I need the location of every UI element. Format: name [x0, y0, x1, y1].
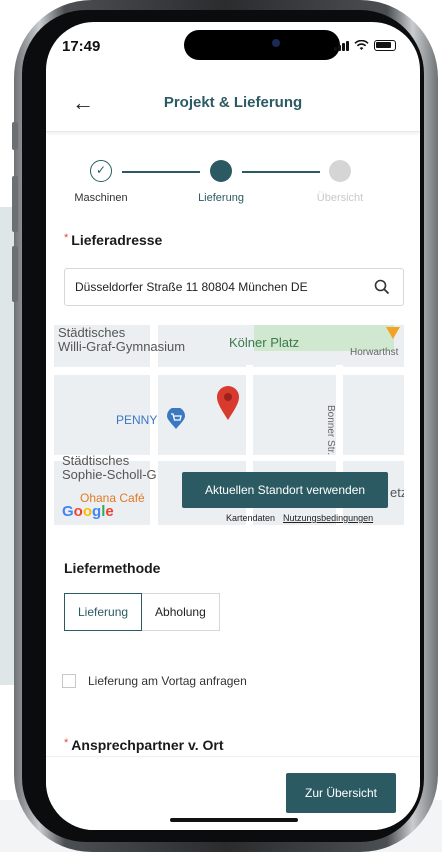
wifi-icon	[354, 40, 369, 50]
signal-icon	[334, 40, 349, 51]
map-label: Bonner Str.	[325, 405, 336, 456]
map-label: etz	[390, 485, 404, 500]
step-label-uebersicht: Übersicht	[316, 192, 364, 204]
battery-icon	[374, 40, 396, 51]
method-option-lieferung[interactable]: Lieferung	[64, 593, 143, 631]
status-icons	[334, 40, 396, 51]
address-value: Düsseldorfer Straße 11 80804 München DE	[75, 280, 308, 294]
required-marker: *	[64, 232, 69, 244]
volume-up-button	[12, 176, 18, 232]
step-pending-indicator	[329, 160, 351, 182]
step-label-maschinen[interactable]: Maschinen	[61, 192, 141, 204]
contact-section-label: * Ansprechpartner v. Ort	[64, 737, 224, 753]
delivery-method-toggle: Lieferung Abholung	[64, 593, 220, 631]
prior-day-row: Lieferung am Vortag anfragen	[62, 674, 247, 688]
home-indicator[interactable]	[170, 818, 298, 822]
method-option-abholung[interactable]: Abholung	[142, 593, 220, 631]
map-label: Städtisches	[62, 453, 130, 468]
map-label: Städtisches	[58, 325, 126, 340]
address-input[interactable]: Düsseldorfer Straße 11 80804 München DE	[64, 268, 404, 306]
map-label: Sophie-Scholl-G	[62, 467, 157, 482]
step-label-lieferung: Lieferung	[198, 192, 244, 204]
mute-switch	[12, 122, 18, 150]
location-pin-icon	[217, 386, 239, 420]
prior-day-checkbox[interactable]	[62, 674, 76, 688]
step-done-check-icon[interactable]: ✓	[90, 160, 112, 182]
map-poi-marker	[386, 327, 400, 339]
app-header: ← Projekt & Lieferung	[46, 80, 420, 132]
road	[54, 367, 404, 375]
address-section-label: * Lieferadresse	[64, 232, 163, 248]
status-time: 17:49	[62, 38, 101, 55]
map-attribution: Kartendaten Nutzungsbedingungen	[226, 513, 373, 523]
map-label: Horwarthst	[350, 347, 399, 358]
map-view[interactable]: Städtisches Willi-Graf-Gymnasium Kölner …	[54, 325, 404, 525]
map-data-link[interactable]: Kartendaten	[226, 513, 275, 523]
page-title: Projekt & Lieferung	[163, 94, 303, 111]
stepper-connector	[122, 171, 200, 173]
shopping-cart-pin-icon	[167, 408, 185, 429]
map-label: PENNY	[116, 413, 158, 427]
notch	[184, 30, 340, 60]
required-marker: *	[64, 737, 69, 749]
prior-day-label[interactable]: Lieferung am Vortag anfragen	[88, 674, 247, 688]
terms-link[interactable]: Nutzungsbedingungen	[283, 513, 373, 523]
front-camera	[272, 39, 280, 47]
map-label: Kölner Platz	[229, 335, 300, 350]
status-bar: 17:49	[46, 22, 420, 72]
google-logo: Google	[62, 503, 114, 520]
volume-down-button	[12, 246, 18, 302]
delivery-method-label: Liefermethode	[64, 560, 161, 576]
progress-stepper: ✓ Maschinen Lieferung Übersicht	[46, 154, 420, 214]
stepper-connector	[242, 171, 320, 173]
use-current-location-button[interactable]: Aktuellen Standort verwenden	[182, 472, 388, 508]
step-current-indicator	[210, 160, 232, 182]
map-label: Willi-Graf-Gymnasium	[58, 339, 186, 354]
search-icon[interactable]	[373, 278, 391, 296]
app-screen: 17:49 ← Projekt & Lieferung ✓ Maschinen …	[46, 22, 420, 830]
to-overview-button[interactable]: Zur Übersicht	[286, 773, 396, 813]
